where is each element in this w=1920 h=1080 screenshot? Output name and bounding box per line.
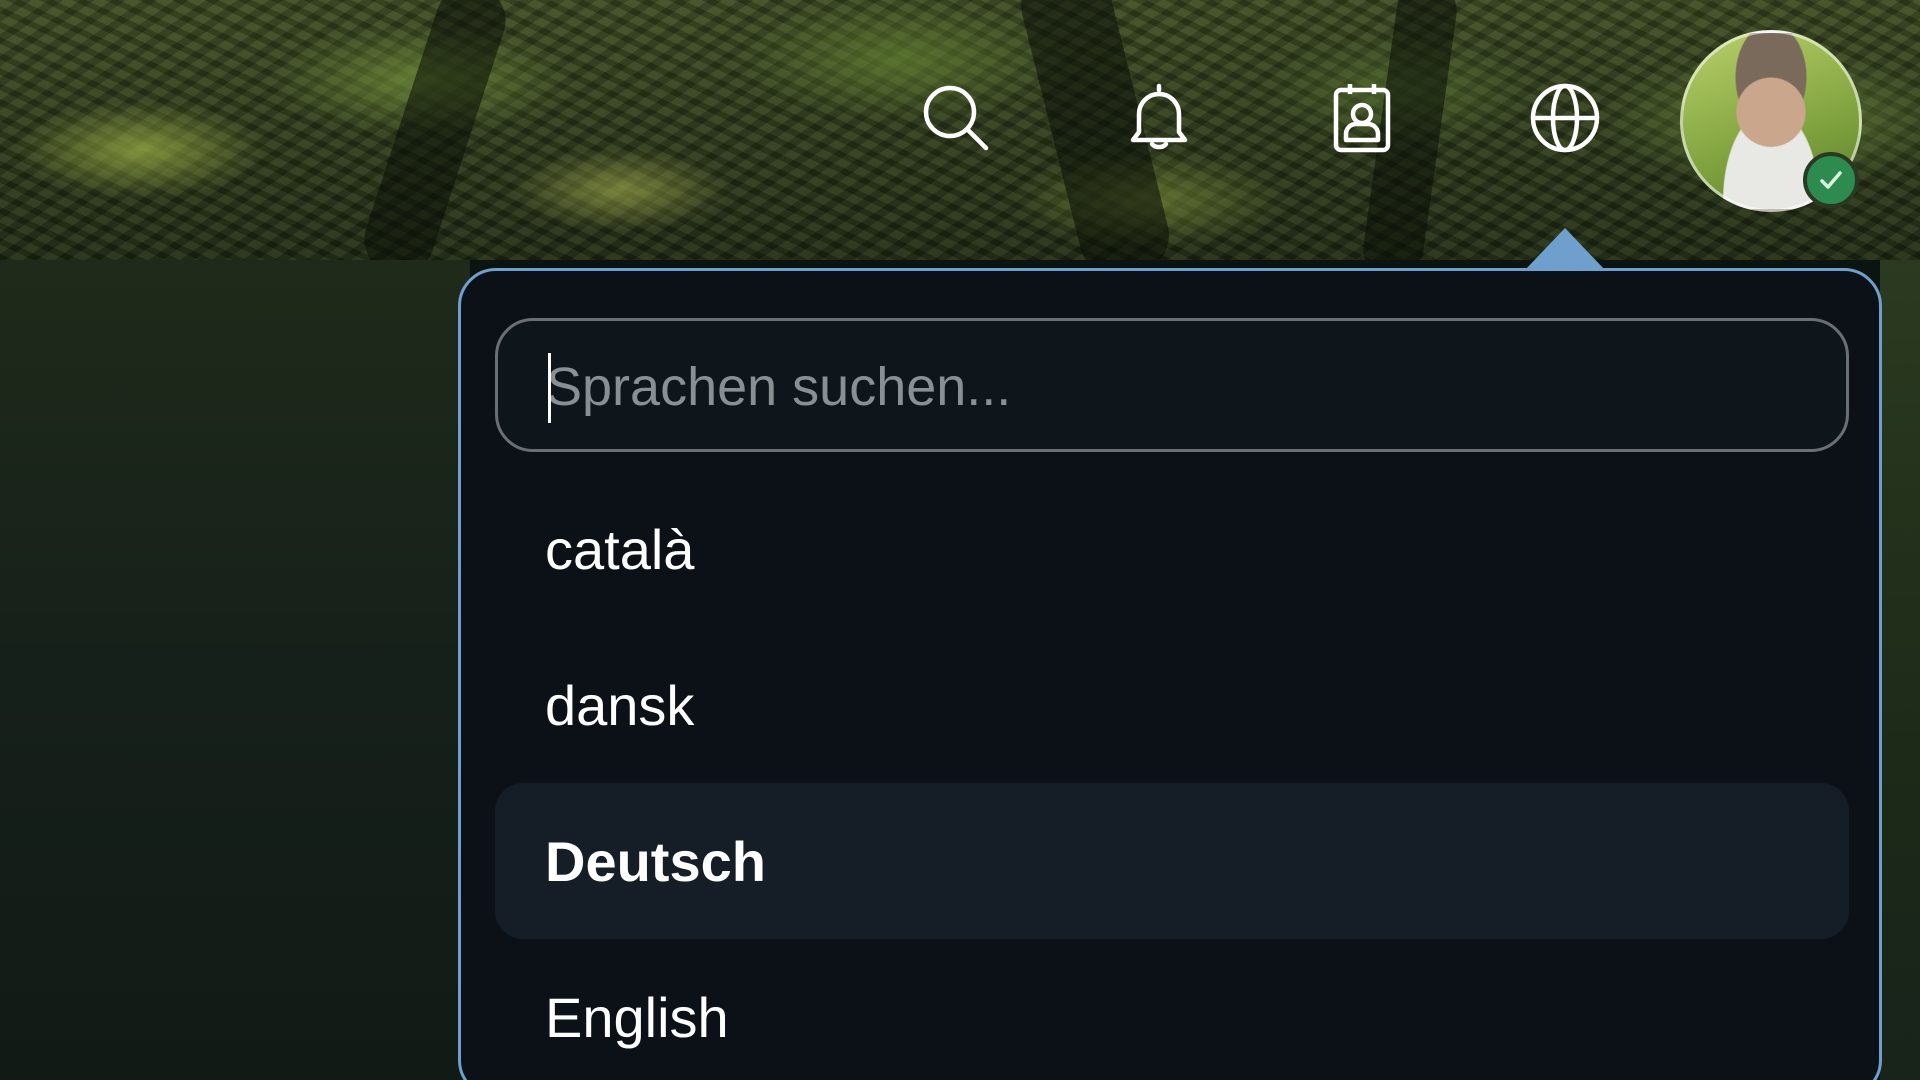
page-content-left bbox=[0, 260, 470, 1080]
language-search-box bbox=[495, 318, 1849, 452]
contact-card-icon bbox=[1333, 84, 1391, 153]
verified-badge bbox=[1803, 152, 1859, 208]
dropdown-pointer bbox=[1525, 228, 1605, 270]
language-option-dansk[interactable]: dansk bbox=[495, 627, 1849, 783]
language-label: Deutsch bbox=[545, 829, 766, 893]
text-caret bbox=[548, 353, 551, 423]
globe-icon bbox=[1530, 83, 1600, 153]
language-button[interactable] bbox=[1525, 78, 1605, 158]
language-list: català dansk Deutsch English bbox=[495, 471, 1849, 1080]
search-button[interactable] bbox=[916, 78, 996, 158]
language-option-english[interactable]: English bbox=[495, 939, 1849, 1080]
language-label: English bbox=[545, 985, 729, 1049]
bell-icon bbox=[1130, 83, 1188, 150]
contacts-button[interactable] bbox=[1322, 78, 1402, 158]
notifications-button[interactable] bbox=[1119, 78, 1199, 158]
search-icon bbox=[923, 85, 989, 151]
language-label: català bbox=[545, 517, 695, 581]
language-option-catala[interactable]: català bbox=[495, 471, 1849, 627]
language-search-input[interactable] bbox=[544, 351, 1788, 423]
header-toolbar bbox=[0, 78, 1920, 158]
checkmark-icon bbox=[1820, 171, 1842, 189]
language-option-deutsch[interactable]: Deutsch bbox=[495, 783, 1849, 939]
page-content-right bbox=[1880, 260, 1920, 1080]
language-dropdown: català dansk Deutsch English bbox=[458, 268, 1882, 1080]
language-label: dansk bbox=[545, 673, 695, 737]
